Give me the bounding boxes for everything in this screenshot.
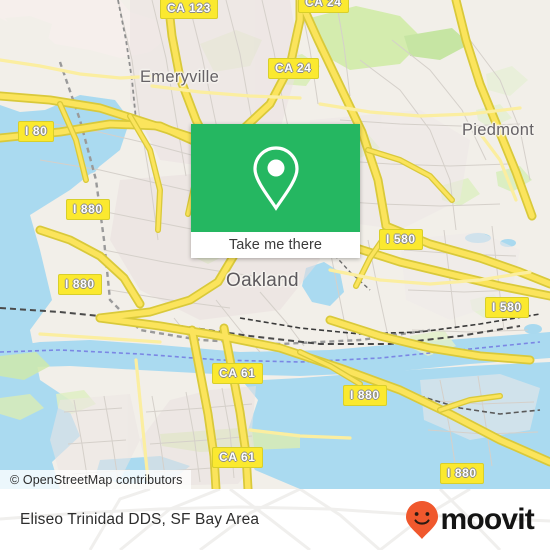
map-page: Emeryville Piedmont Oakland CA 123 CA 24…: [0, 0, 550, 550]
highway-shield-ca-24-top: CA 24: [298, 0, 349, 13]
place-label-emeryville: Emeryville: [140, 68, 220, 86]
highway-shield-i-580-east: I 580: [485, 297, 529, 318]
highway-shield-ca-61-south: CA 61: [212, 447, 263, 468]
moovit-brand-logo[interactable]: moovit: [405, 500, 535, 540]
highway-shield-i-580-west: I 580: [379, 229, 423, 250]
popup-image-area: [191, 124, 360, 232]
highway-shield-i-880-north: I 880: [66, 199, 110, 220]
highway-shield-ca-123: CA 123: [160, 0, 218, 19]
bottom-info-bar: Eliseo Trinidad DDS, SF Bay Area moovit: [0, 489, 550, 550]
highway-shield-i-880-west: I 880: [58, 274, 102, 295]
highway-shield-i-880-southeast: I 880: [440, 463, 484, 484]
map-pin-icon: [252, 146, 299, 211]
highway-shield-i-880-south: I 880: [343, 385, 387, 406]
moovit-wordmark: moovit: [440, 502, 534, 536]
location-popup-card[interactable]: Take me there: [191, 124, 360, 258]
highway-shield-i-80: I 80: [18, 121, 55, 142]
place-label-oakland: Oakland: [226, 270, 299, 291]
highway-shield-ca-24: CA 24: [268, 58, 319, 79]
map-canvas[interactable]: Emeryville Piedmont Oakland CA 123 CA 24…: [0, 0, 550, 489]
place-label-piedmont: Piedmont: [462, 121, 535, 139]
map-attribution[interactable]: © OpenStreetMap contributors: [0, 470, 191, 489]
highway-shield-ca-61-north: CA 61: [212, 363, 263, 384]
page-title: Eliseo Trinidad DDS, SF Bay Area: [20, 510, 260, 528]
moovit-smiley-pin-icon: [406, 500, 439, 539]
take-me-there-button[interactable]: Take me there: [191, 232, 360, 258]
